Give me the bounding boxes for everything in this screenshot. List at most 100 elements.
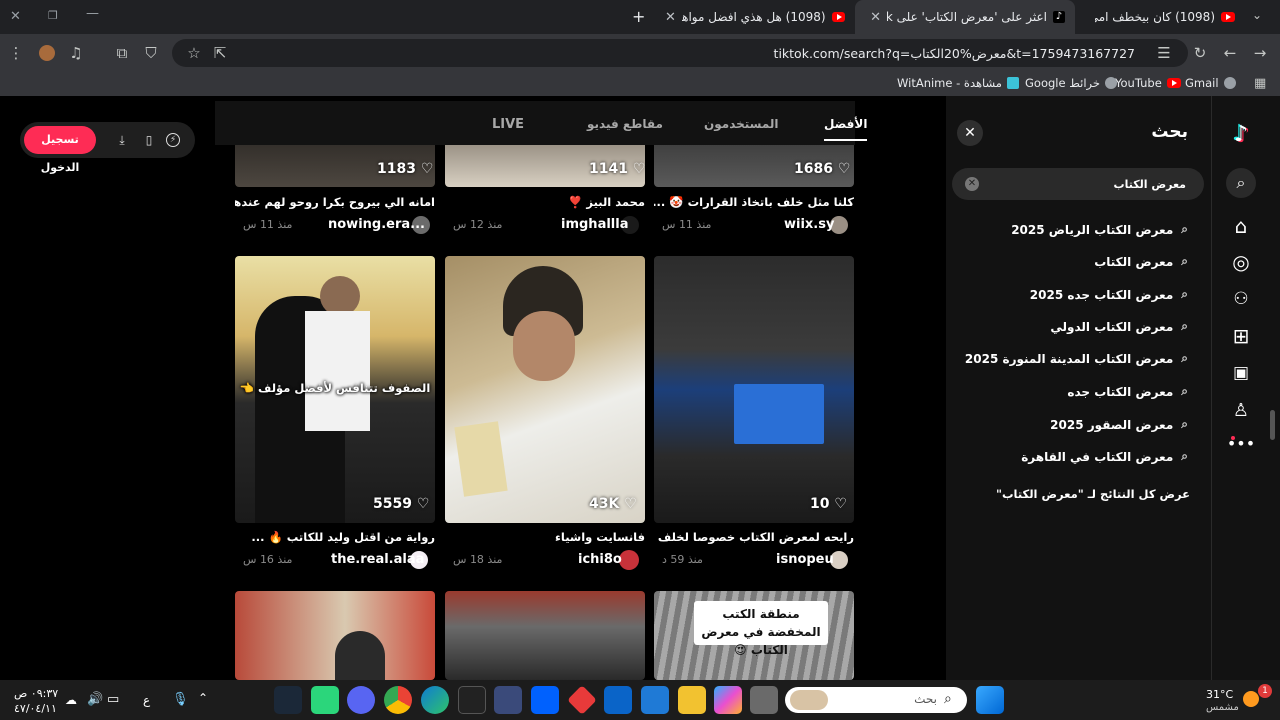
outlook-icon[interactable]	[604, 686, 632, 714]
suggestion-item[interactable]: ⌕ معرض الصقور 2025	[1050, 417, 1188, 432]
explore-icon[interactable]: ◎	[1226, 247, 1256, 277]
discord-icon[interactable]	[347, 686, 375, 714]
search-input-value[interactable]: معرض الكتاب	[1114, 178, 1186, 191]
profile-icon[interactable]: ♙	[1226, 395, 1256, 425]
close-search-icon[interactable]: ✕	[957, 120, 983, 146]
tab-youtube-1[interactable]: (1098) كان بيخطف امي ولكن...	[1075, 0, 1245, 34]
dropbox-icon[interactable]	[531, 686, 559, 714]
bookmark-star-icon[interactable]: ☆	[180, 39, 208, 67]
copilot-icon[interactable]	[714, 686, 742, 714]
coin-icon[interactable]: ⚡	[166, 133, 180, 147]
suggestion-item[interactable]: ⌕ معرض الكتاب الدولي	[1050, 319, 1188, 334]
close-tab-icon[interactable]: ✕	[665, 10, 676, 25]
username[interactable]: the.real.alaa	[331, 552, 424, 567]
login-button[interactable]: تسجيل الدخول	[24, 126, 96, 174]
show-hidden-icons[interactable]: ⌃	[198, 691, 208, 705]
steam-icon[interactable]	[274, 686, 302, 714]
install-app-icon[interactable]: ⇱	[206, 39, 234, 67]
download-icon[interactable]: ⤓	[113, 131, 131, 149]
home-icon[interactable]: ⌂	[1226, 211, 1256, 241]
close-window-icon[interactable]: ✕	[10, 9, 21, 24]
app-icon[interactable]	[494, 686, 522, 714]
clock-time[interactable]: ٠٩:٣٧ ص	[14, 687, 58, 700]
video-thumbnail[interactable]	[445, 256, 645, 523]
clock-date[interactable]: ٤٧/٠٤/١١	[14, 702, 57, 715]
clear-search-icon[interactable]: ✕	[965, 177, 979, 191]
video-caption[interactable]: كلنا مثل خلف باتخاذ القرارات 🤡 ...	[654, 195, 854, 209]
url-text[interactable]: tiktok.com/search?q=معرض%20الكتاب&t=1759…	[774, 46, 1135, 61]
username[interactable]: isnopeu	[776, 552, 834, 567]
volume-icon[interactable]: 🔊	[87, 692, 103, 707]
profile-avatar[interactable]	[33, 39, 61, 67]
tab-top[interactable]: الأفضل	[824, 117, 868, 141]
suggestion-item[interactable]: ⌕ معرض الكتاب جده 2025	[1030, 287, 1188, 302]
language-indicator[interactable]: ع	[143, 693, 150, 707]
search-icon[interactable]: ⌕	[1226, 168, 1256, 198]
extensions-icon[interactable]: ⧉	[108, 39, 136, 67]
start-icon[interactable]	[976, 686, 1004, 714]
reload-icon[interactable]: ↻	[1186, 39, 1214, 67]
video-caption[interactable]: محمد البيز ❣️	[445, 195, 645, 209]
app-icon[interactable]	[750, 686, 778, 714]
video-caption[interactable]: رواية من اقتل وليد للكاتب 🔥 ...	[235, 530, 435, 544]
username[interactable]: ichi8o	[578, 552, 622, 567]
upload-icon[interactable]: ⊞	[1226, 321, 1256, 351]
tab-videos[interactable]: مقاطع فيديو	[587, 117, 663, 131]
store-icon[interactable]	[641, 686, 669, 714]
suggestion-item[interactable]: ⌕ معرض الكتاب المدينة المنورة 2025	[965, 351, 1188, 366]
tab-users[interactable]: المستخدمون	[704, 117, 779, 131]
video-caption[interactable]: فانسايت واشياء	[445, 530, 645, 544]
all-bookmarks-icon[interactable]: ▦	[1254, 76, 1266, 91]
suggestion-item[interactable]: ⌕ معرض الكتاب في القاهرة	[1021, 449, 1188, 464]
close-tab-icon[interactable]: ✕	[870, 10, 881, 25]
username[interactable]: wiix.sy	[784, 217, 834, 232]
weather-icon[interactable]	[1243, 691, 1259, 707]
mobile-app-icon[interactable]: ▯	[140, 131, 158, 149]
live-icon[interactable]: ▣	[1226, 358, 1256, 388]
tab-live[interactable]: LIVE	[492, 117, 524, 132]
video-thumbnail[interactable]: الصفوف تتنافس لأفضل مؤلف 👈	[235, 256, 435, 523]
network-icon[interactable]: ▭	[107, 692, 119, 707]
video-caption[interactable]: رايحه لمعرض الكتاب خصوصا لخلف اخ...	[654, 530, 854, 544]
video-thumbnail[interactable]: منطقة الكتب المخفضة في معرض الكتاب 😍	[654, 591, 854, 680]
video-thumbnail[interactable]	[445, 591, 645, 680]
microphone-icon[interactable]: 🎙	[172, 692, 189, 707]
menu-icon[interactable]: ⋮	[2, 39, 30, 67]
video-caption[interactable]: امانه الي بيروح بكرا روحو لهم عندهم حف..…	[235, 195, 435, 209]
tab-search-icon[interactable]: ⌄	[1252, 8, 1262, 22]
minimize-window-icon[interactable]: —	[86, 6, 99, 21]
suggestion-item[interactable]: ⌕ معرض الكتاب	[1094, 254, 1188, 269]
weather-temp[interactable]: 31°C	[1206, 688, 1233, 701]
battery-icon[interactable]: ☁	[65, 693, 77, 707]
shield-icon[interactable]: ⛉	[137, 39, 165, 67]
following-icon[interactable]: ⚇	[1226, 284, 1256, 314]
username[interactable]: imghallla	[561, 217, 628, 232]
site-settings-icon[interactable]: ☰	[1150, 39, 1178, 67]
more-icon[interactable]: •••	[1226, 428, 1256, 458]
back-icon[interactable]: →	[1246, 39, 1274, 67]
bookmark-witanime[interactable]: مشاهدة - WitAnime	[897, 76, 1019, 90]
chrome-icon[interactable]	[384, 686, 412, 714]
scrollbar[interactable]	[1270, 410, 1275, 440]
tab-youtube-2[interactable]: (1098) هل هذي افضل مواهب بال... ✕	[655, 0, 855, 34]
epic-games-icon[interactable]	[458, 686, 486, 714]
app-icon[interactable]	[311, 686, 339, 714]
username[interactable]: nowing.era...	[328, 217, 425, 232]
restore-window-icon[interactable]: ❐	[48, 9, 58, 22]
bookmark-google-maps[interactable]: خرائط Google	[1025, 76, 1117, 90]
view-all-results-link[interactable]: عرض كل النتائج لـ "معرض الكتاب"	[996, 487, 1190, 501]
suggestion-item[interactable]: ⌕ معرض الكتاب جده	[1067, 384, 1188, 399]
bookmark-gmail[interactable]: Gmail	[1185, 76, 1236, 90]
weather-desc[interactable]: مشمس	[1206, 702, 1239, 713]
tab-tiktok[interactable]: ♪ اعثر على 'معرض الكتاب' على TikTok ✕	[855, 0, 1075, 34]
video-thumbnail[interactable]	[654, 256, 854, 523]
video-thumbnail[interactable]	[235, 591, 435, 680]
taskbar-search-placeholder[interactable]: بحث	[914, 692, 937, 706]
tiktok-logo-icon[interactable]: ♪	[1226, 119, 1256, 149]
edge-icon[interactable]	[421, 686, 449, 714]
media-controls-icon[interactable]: ♫	[62, 39, 90, 67]
file-explorer-icon[interactable]	[678, 686, 706, 714]
bookmark-youtube[interactable]: YouTube	[1115, 76, 1181, 90]
new-tab-button[interactable]: +	[632, 7, 645, 26]
avatar[interactable]	[619, 550, 639, 570]
